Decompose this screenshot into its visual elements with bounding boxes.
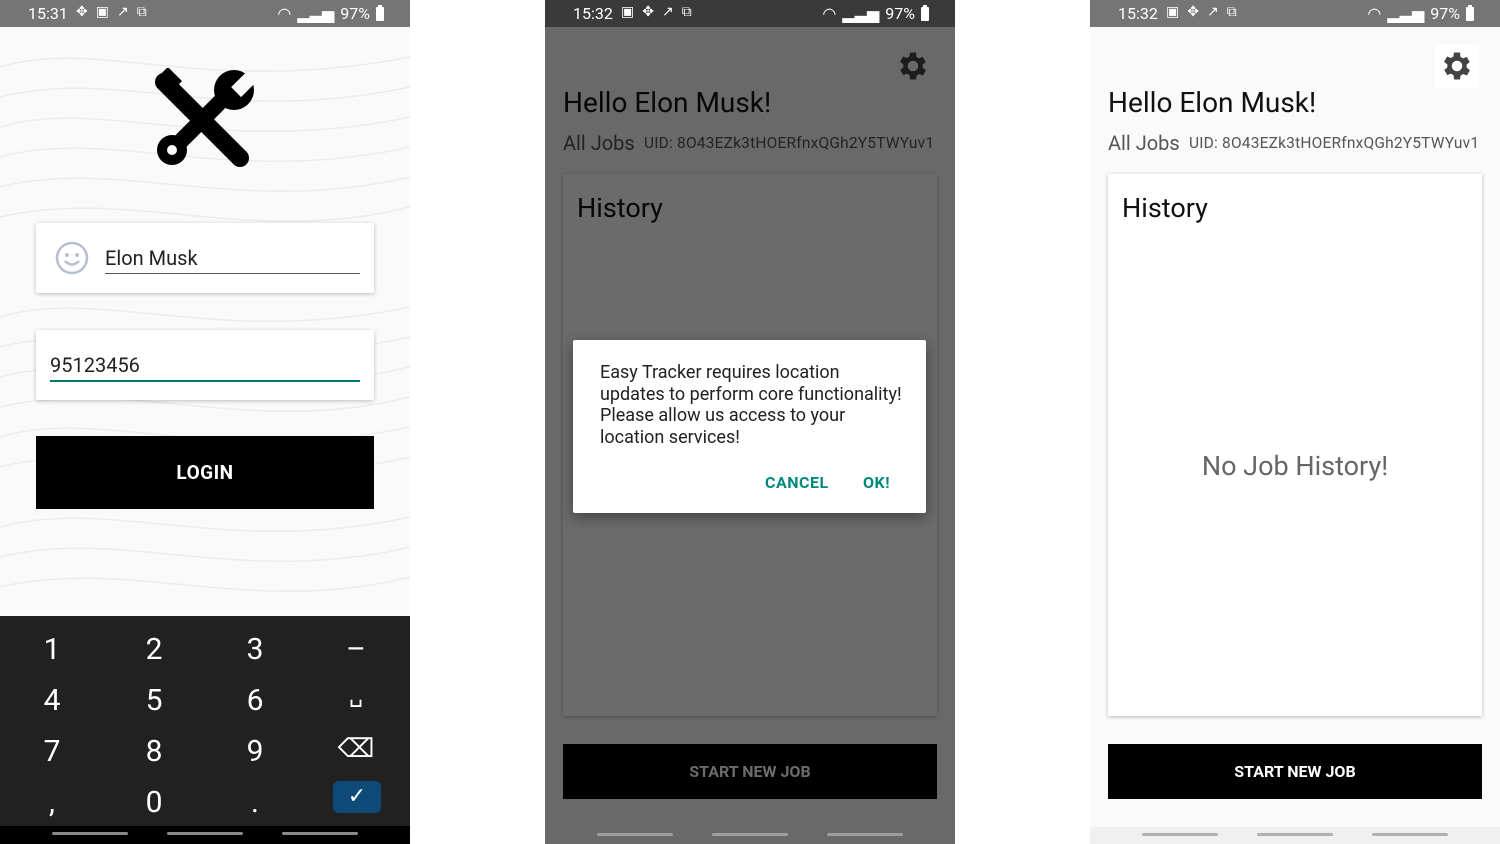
- notification-icons: ✥ ▣ ↗ ⧉: [76, 4, 147, 20]
- nav-bar: [0, 826, 410, 844]
- wifi-icon: ◠: [277, 4, 292, 23]
- gear-icon: [1444, 52, 1470, 80]
- status-bar: 15:31 ✥ ▣ ↗ ⧉ ◠ ▂▃▅ 97%: [0, 0, 410, 27]
- phone-card: 95123456: [36, 330, 374, 400]
- numeric-keypad: 1 2 3 – 4 5 6 ␣ 7 8 9 ⌫ , 0 . ✓: [0, 616, 410, 844]
- image-icon: ▣: [621, 4, 635, 20]
- nav-bar: [545, 827, 955, 844]
- nav-back[interactable]: [827, 833, 903, 836]
- status-right: ◠ ▂▃▅ 97%: [822, 4, 929, 23]
- phone-field[interactable]: 95123456: [50, 353, 140, 377]
- key-0[interactable]: 0: [124, 785, 184, 820]
- start-new-job-button[interactable]: START NEW JOB: [1108, 744, 1482, 799]
- battery-icon: [1466, 4, 1474, 21]
- battery-icon: [921, 4, 929, 21]
- signal-icon: ▂▃▅: [297, 4, 335, 23]
- login-button[interactable]: LOGIN: [36, 436, 374, 509]
- status-bar: 15:32 ▣ ✥ ↗ ⧉ ◠ ▂▃▅ 97%: [545, 0, 955, 27]
- nav-home[interactable]: [167, 832, 243, 835]
- trending-icon: ↗: [661, 4, 674, 20]
- status-bar: 15:32 ▣ ✥ ↗ ⧉ ◠ ▂▃▅ 97%: [1090, 0, 1500, 27]
- signal-icon: ▂▃▅: [1387, 4, 1425, 23]
- nav-recents[interactable]: [52, 832, 128, 835]
- nav-recents[interactable]: [1142, 833, 1218, 836]
- signal-icon: ▂▃▅: [842, 4, 880, 23]
- settings-button[interactable]: [1435, 44, 1479, 88]
- history-title: History: [1122, 192, 1208, 224]
- key-comma[interactable]: ,: [22, 785, 82, 820]
- copy-icon: ⧉: [1226, 4, 1237, 20]
- nav-bar: [1090, 827, 1500, 844]
- fan-icon: ✥: [1187, 4, 1199, 20]
- nav-recents[interactable]: [597, 833, 673, 836]
- key-4[interactable]: 4: [22, 683, 82, 718]
- nav-home[interactable]: [1257, 833, 1333, 836]
- key-5[interactable]: 5: [124, 683, 184, 718]
- login-screen: 15:31 ✥ ▣ ↗ ⧉ ◠ ▂▃▅ 97% Elon Musk 951234…: [0, 0, 410, 844]
- dashboard-with-dialog: 15:32 ▣ ✥ ↗ ⧉ ◠ ▂▃▅ 97% Hello Elon Musk!…: [545, 0, 955, 844]
- copy-icon: ⧉: [136, 4, 147, 20]
- key-8[interactable]: 8: [124, 734, 184, 769]
- key-7[interactable]: 7: [22, 734, 82, 769]
- status-right: ◠ ▂▃▅ 97%: [1367, 4, 1474, 23]
- trending-icon: ↗: [116, 4, 129, 20]
- check-icon[interactable]: ✓: [333, 781, 381, 813]
- all-jobs-label: All Jobs: [1108, 131, 1180, 155]
- wifi-icon: ◠: [1367, 4, 1382, 23]
- backspace-icon[interactable]: ⌫: [326, 734, 386, 764]
- fan-icon: ✥: [76, 4, 88, 20]
- name-underline: [105, 273, 360, 274]
- image-icon: ▣: [95, 4, 109, 20]
- fan-icon: ✥: [642, 4, 654, 20]
- cancel-button[interactable]: CANCEL: [765, 473, 829, 492]
- wifi-icon: ◠: [822, 4, 837, 23]
- nav-back[interactable]: [282, 832, 358, 835]
- dashboard-screen: 15:32 ▣ ✥ ↗ ⧉ ◠ ▂▃▅ 97% Hello Elon Musk!…: [1090, 0, 1500, 844]
- trending-icon: ↗: [1206, 4, 1219, 20]
- history-card: History No Job History!: [1108, 174, 1482, 716]
- phone-underline: [50, 380, 360, 382]
- empty-history-message: No Job History!: [1201, 450, 1389, 482]
- key-period[interactable]: .: [225, 785, 285, 820]
- key-6[interactable]: 6: [225, 683, 285, 718]
- clock: 15:32: [1118, 4, 1158, 23]
- battery-percent: 97%: [340, 4, 370, 23]
- copy-icon: ⧉: [681, 4, 692, 20]
- key-minus[interactable]: –: [326, 632, 386, 667]
- smiley-icon: [55, 241, 89, 275]
- notification-icons: ▣ ✥ ↗ ⧉: [1166, 4, 1237, 20]
- clock: 15:31: [28, 4, 68, 23]
- battery-percent: 97%: [885, 4, 915, 23]
- nav-home[interactable]: [712, 833, 788, 836]
- status-right: ◠ ▂▃▅ 97%: [277, 4, 384, 23]
- notification-icons: ▣ ✥ ↗ ⧉: [621, 4, 692, 20]
- name-field[interactable]: Elon Musk: [105, 246, 198, 270]
- nav-back[interactable]: [1372, 833, 1448, 836]
- uid-label: UID: 8O43EZk3tHOERfnxQGh2Y5TWYuv1: [1189, 134, 1480, 152]
- location-permission-dialog: Easy Tracker requires location updates t…: [573, 340, 926, 513]
- name-card: Elon Musk: [36, 223, 374, 293]
- key-3[interactable]: 3: [225, 632, 285, 667]
- greeting: Hello Elon Musk!: [1108, 86, 1317, 119]
- ok-button[interactable]: OK!: [863, 473, 890, 492]
- battery-icon: [376, 4, 384, 21]
- image-icon: ▣: [1166, 4, 1180, 20]
- key-1[interactable]: 1: [22, 632, 82, 667]
- key-2[interactable]: 2: [124, 632, 184, 667]
- key-9[interactable]: 9: [225, 734, 285, 769]
- tools-logo-icon: [155, 68, 257, 167]
- battery-percent: 97%: [1430, 4, 1460, 23]
- key-space[interactable]: ␣: [326, 683, 386, 708]
- clock: 15:32: [573, 4, 613, 23]
- dialog-message: Easy Tracker requires location updates t…: [600, 362, 902, 448]
